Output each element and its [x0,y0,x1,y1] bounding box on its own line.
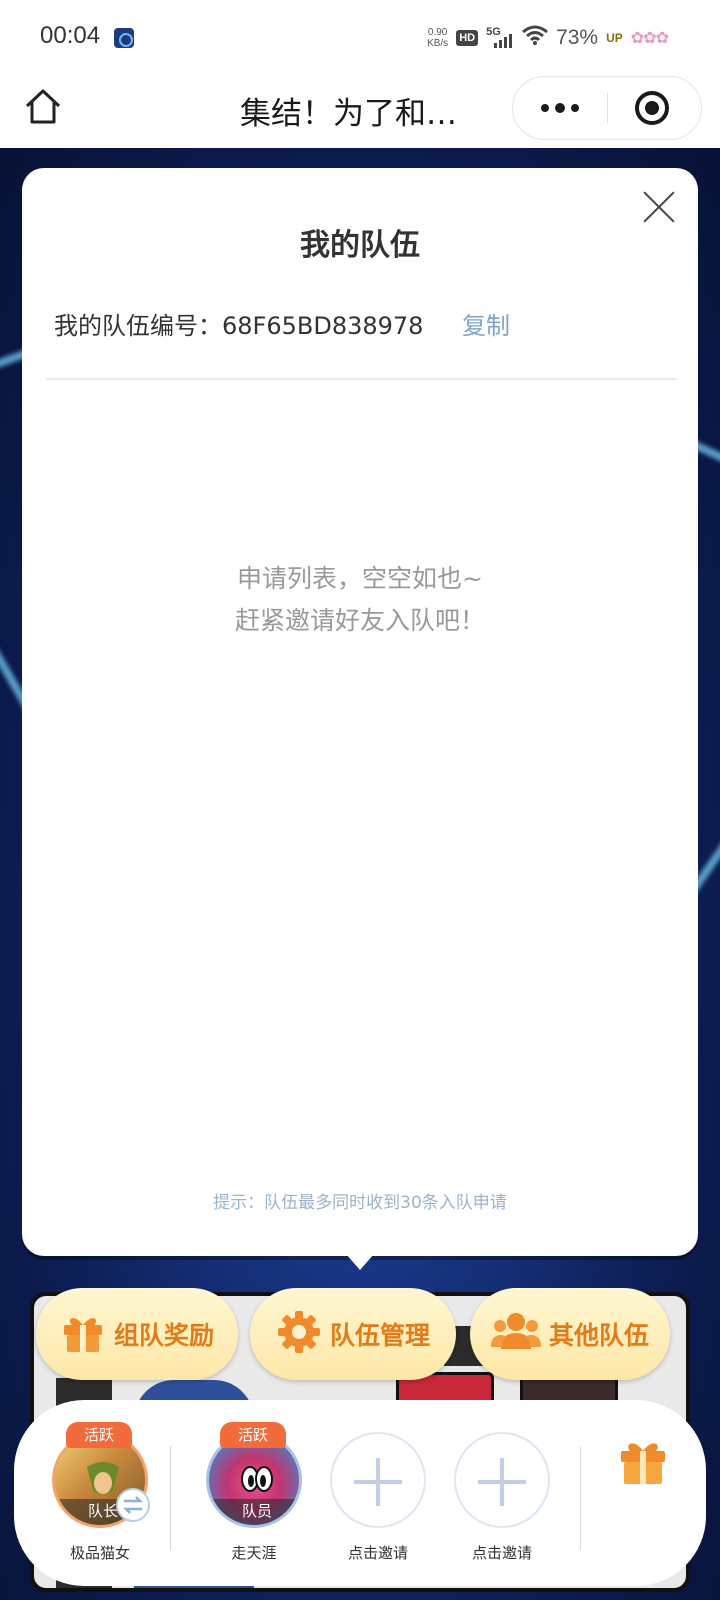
up-badge-icon: UP [606,31,623,45]
page-title: 集结！为了和… [240,96,457,132]
capsule-menu [512,76,702,140]
avatar-figure [87,1462,119,1494]
flower-icons: ✿✿✿ [630,30,669,47]
gift-icon [60,1309,106,1359]
invite-label: 点击邀请 [347,1544,408,1562]
invite-label: 点击邀请 [471,1544,532,1562]
net-speed: 0.90 KB/s [427,27,448,49]
status-icons: 0.90 KB/s HD 5G 73% UP ✿✿✿ [427,24,669,52]
other-teams-label: 其他队伍 [548,1321,649,1350]
signal-5g-icon: 5G [486,26,514,50]
member-name: 极品猫女 [69,1544,130,1562]
team-manage-label: 队伍管理 [329,1321,430,1350]
dialog-pointer [346,1254,374,1270]
dialog-title: 我的队伍 [300,228,420,263]
status-time: 00:04 [40,22,101,49]
status-bar: 00:04 0.90 KB/s HD 5G 73% UP ✿✿✿ [0,0,720,76]
team-number-label: 我的队伍编号： [54,312,222,340]
notification-app-icon [114,28,134,48]
divider [170,1446,171,1550]
gift-icon[interactable] [618,1436,668,1496]
empty-state: 申请列表，空空如也~ 赶紧邀请好友入队吧！ [22,558,698,642]
battery-level: 73% [556,26,599,49]
team-rewards-button[interactable]: 组队奖励 [36,1288,238,1380]
net-speed-unit: KB/s [427,38,449,49]
plus-icon[interactable] [454,1432,550,1528]
copy-button[interactable]: 复制 [462,306,510,341]
more-dots-icon[interactable] [513,77,607,139]
role-tag: 队员 [209,1499,299,1525]
empty-state-line-1: 申请列表，空空如也~ [237,564,483,593]
empty-state-line-2: 赶紧邀请好友入队吧！ [234,606,485,635]
member-slot-member[interactable]: 队员 活跃 走天涯 [204,1422,304,1578]
swap-icon[interactable] [116,1488,150,1522]
other-teams-button[interactable]: 其他队伍 [470,1288,670,1380]
invite-slot-1[interactable]: 点击邀请 [328,1428,428,1578]
team-rewards-label: 组队奖励 [113,1321,214,1350]
close-icon[interactable] [642,190,676,224]
avatar-figure [241,1466,273,1492]
active-badge: 活跃 [66,1422,132,1448]
capsule-divider [607,93,608,123]
gear-icon [276,1309,322,1359]
net-speed-value: 0.90 [427,27,448,38]
plus-icon[interactable] [330,1432,426,1528]
team-number: 我的队伍编号：68F65BD838978 [54,306,423,341]
hd-icon: HD [456,30,479,46]
team-number-value: 68F65BD838978 [222,312,424,340]
home-icon[interactable] [22,86,64,128]
my-team-dialog: 我的队伍 我的队伍编号：68F65BD838978 复制 申请列表，空空如也~ … [22,168,698,1256]
active-badge: 活跃 [220,1422,286,1448]
wifi-icon [522,25,549,51]
mini-program-header: 集结！为了和… [0,76,720,148]
divider [46,378,676,380]
team-manage-button[interactable]: 队伍管理 [250,1288,456,1380]
group-icon [490,1309,541,1359]
team-members-bar: 队长 活跃 极品猫女 队员 活跃 走天涯 点击邀请 点击邀请 [14,1400,706,1586]
member-slot-captain[interactable]: 队长 活跃 极品猫女 [50,1422,150,1578]
target-close-icon[interactable] [635,91,669,125]
hint-text: 提示：队伍最多同时收到30条入队申请 [213,1193,507,1213]
divider [580,1446,581,1550]
invite-slot-2[interactable]: 点击邀请 [452,1428,552,1578]
member-name: 走天涯 [231,1544,277,1562]
